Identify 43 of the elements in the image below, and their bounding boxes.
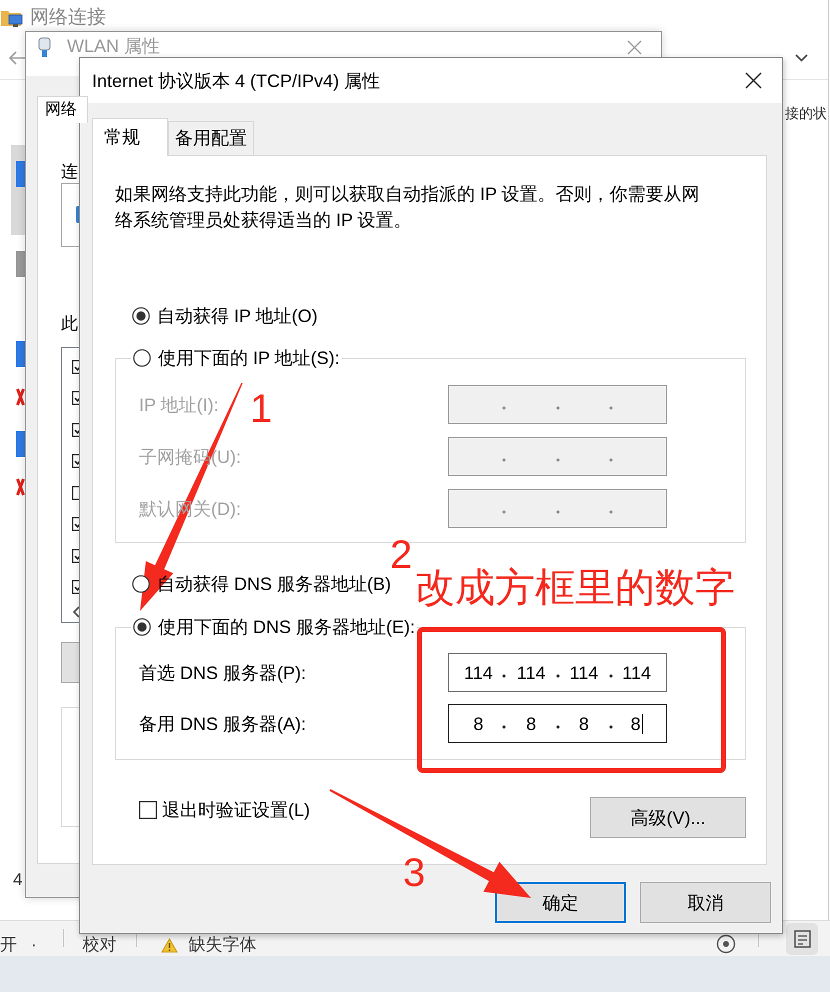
ok-button[interactable]: 确定 xyxy=(495,882,626,923)
field-label: 备用 DNS 服务器(A): xyxy=(139,712,306,734)
radio-icon[interactable] xyxy=(133,618,151,636)
step-number: 1 xyxy=(250,389,272,429)
annotation-text: 改成方框里的数字 xyxy=(415,566,735,610)
close-icon[interactable] xyxy=(745,72,762,89)
dialog-title: Internet 协议版本 4 (TCP/IPv4) 属性 xyxy=(92,70,380,92)
target-icon[interactable] xyxy=(715,934,737,954)
window-title: WLAN 属性 xyxy=(67,36,160,57)
chevron-left-icon[interactable] xyxy=(72,606,80,618)
document-icon[interactable] xyxy=(786,923,818,955)
tab[interactable]: 网络 xyxy=(37,96,88,123)
section-label: 连 xyxy=(61,161,78,182)
radio-option[interactable]: 自动获得 IP 地址(O) xyxy=(132,303,318,329)
chevron-down-icon[interactable] xyxy=(795,54,808,62)
advanced-button[interactable]: 高级(V)... xyxy=(590,797,746,838)
missing-fonts-text[interactable]: 缺失字体 xyxy=(188,935,257,955)
adapter-item[interactable] xyxy=(11,145,25,235)
proofing-text[interactable]: 校对 xyxy=(82,935,117,955)
dns-server-field[interactable]: 8 8 8 8 xyxy=(448,704,667,743)
tab[interactable]: 常规 xyxy=(92,118,168,156)
status-bar-text[interactable]: 开 xyxy=(0,935,17,955)
checkbox-icon[interactable] xyxy=(139,801,157,819)
item-count-text: 4 xyxy=(13,870,22,889)
window-title: 网络连接 xyxy=(30,7,106,29)
network-adapter-icon xyxy=(38,37,51,58)
status-bar-text: · xyxy=(31,935,37,955)
verify-settings-checkbox[interactable]: 退出时验证设置(L) xyxy=(139,797,310,823)
field-label: IP 地址(I): xyxy=(139,394,219,416)
tab[interactable]: 备用配置 xyxy=(168,121,254,155)
field-label: 首选 DNS 服务器(P): xyxy=(139,662,306,684)
radio-icon[interactable] xyxy=(132,575,150,593)
dns-server-field[interactable]: 114 114 114 114 xyxy=(448,653,667,692)
section-label: 此 xyxy=(61,313,78,334)
radio-icon[interactable] xyxy=(133,349,151,367)
radio-icon[interactable] xyxy=(132,307,150,325)
step-number: 3 xyxy=(403,853,426,893)
step-number: 2 xyxy=(390,535,412,575)
warning-icon xyxy=(160,938,178,953)
back-arrow-icon[interactable] xyxy=(8,50,26,66)
description-text: 如果网络支持此功能，则可以获取自动指派的 IP 设置。否则，你需要从网络系统管理员处获得适当的 IP 设置。 xyxy=(115,183,701,232)
command-bar-text[interactable]: 接的状 xyxy=(785,104,827,122)
cancel-button[interactable]: 取消 xyxy=(640,882,771,923)
